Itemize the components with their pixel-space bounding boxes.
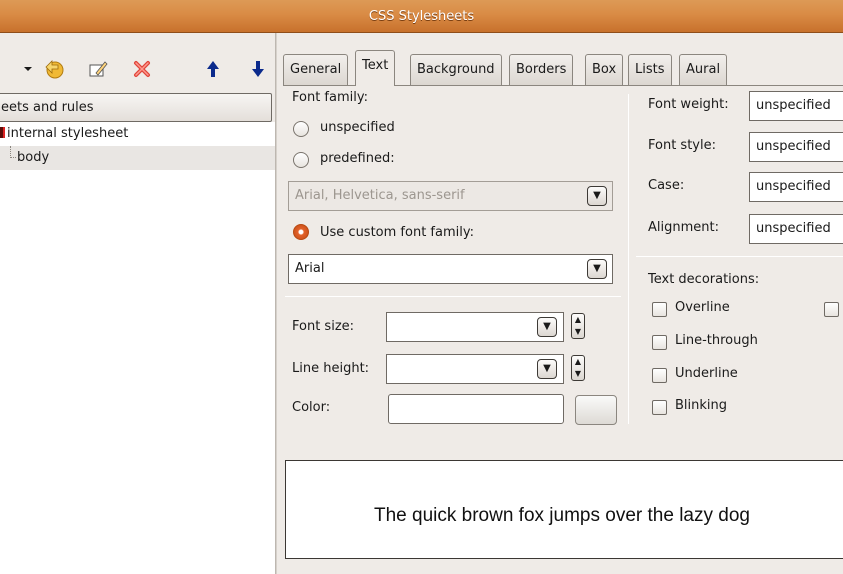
chevron-down-icon[interactable]: ▼: [587, 186, 607, 206]
predefined-font-value: Arial, Helvetica, sans-serif: [295, 188, 465, 203]
underline-label: Underline: [675, 366, 738, 381]
stylesheet-icon: [0, 127, 5, 138]
tree-item-body[interactable]: body: [0, 146, 275, 170]
text-decorations-heading: Text decorations:: [648, 272, 760, 287]
pane-splitter[interactable]: [275, 33, 277, 574]
color-label: Color:: [292, 400, 331, 415]
tab-label: Aural: [686, 62, 721, 77]
custom-font-value: Arial: [295, 261, 325, 276]
font-family-heading: Font family:: [292, 90, 368, 105]
checkbox-blinking[interactable]: [652, 400, 667, 415]
tab-label: Lists: [635, 62, 665, 77]
tree-branch-line: [10, 146, 16, 158]
tree-item-internal-stylesheet[interactable]: internal stylesheet: [0, 122, 275, 146]
arrow-up-icon[interactable]: [201, 58, 225, 80]
font-weight-combo[interactable]: unspecified: [749, 91, 843, 121]
tab-label: Box: [592, 62, 617, 77]
font-size-spinner[interactable]: ▲ ▼: [571, 313, 585, 339]
custom-font-input[interactable]: Arial: [288, 254, 613, 284]
tab-lists[interactable]: Lists: [628, 54, 672, 85]
edit-icon[interactable]: [86, 58, 110, 80]
font-size-label: Font size:: [292, 319, 355, 334]
tree-header-label: eets and rules: [1, 100, 94, 115]
case-combo[interactable]: unspecified: [749, 172, 843, 202]
radio-unspecified-label: unspecified: [320, 120, 395, 135]
window-title: CSS Stylesheets: [368, 9, 475, 24]
delete-icon[interactable]: [130, 58, 154, 80]
font-weight-label: Font weight:: [648, 97, 729, 112]
tab-general[interactable]: General: [283, 54, 349, 85]
chevron-down-icon[interactable]: ▼: [587, 259, 607, 279]
radio-custom-font-label: Use custom font family:: [320, 225, 474, 240]
alignment-label: Alignment:: [648, 220, 719, 235]
color-input[interactable]: [388, 394, 564, 424]
checkbox-overline[interactable]: [652, 302, 667, 317]
section-divider: [285, 296, 621, 297]
window-titlebar: CSS Stylesheets: [0, 0, 843, 33]
tab-box[interactable]: Box: [585, 54, 624, 85]
column-divider: [628, 94, 629, 424]
tab-borders[interactable]: Borders: [509, 54, 574, 85]
alignment-combo[interactable]: unspecified: [749, 214, 843, 244]
tab-label: General: [290, 62, 342, 77]
tab-aural[interactable]: Aural: [679, 54, 728, 85]
radio-custom-font[interactable]: [293, 224, 309, 240]
chevron-down-icon[interactable]: ▼: [537, 359, 557, 379]
font-style-label: Font style:: [648, 138, 716, 153]
font-weight-value: unspecified: [756, 98, 831, 113]
tab-label: Background: [417, 62, 495, 77]
preview-text: The quick brown fox jumps over the lazy …: [374, 505, 750, 526]
radio-unspecified[interactable]: [293, 121, 309, 137]
checkbox-underline[interactable]: [652, 368, 667, 383]
predefined-font-combo[interactable]: Arial, Helvetica, sans-serif: [288, 181, 613, 211]
color-picker-button[interactable]: [575, 395, 617, 425]
tab-label: Text: [362, 58, 389, 73]
blinking-label: Blinking: [675, 398, 728, 413]
alignment-value: unspecified: [756, 221, 831, 236]
radio-predefined[interactable]: [293, 152, 309, 168]
chevron-down-icon[interactable]: [16, 58, 40, 80]
tab-label: Borders: [516, 62, 567, 77]
checkbox-line-through[interactable]: [652, 335, 667, 350]
tab-background[interactable]: Background: [410, 54, 502, 85]
text-preview: The quick brown fox jumps over the lazy …: [285, 460, 843, 559]
radio-predefined-label: predefined:: [320, 151, 395, 166]
stylesheet-toolbar: [0, 48, 275, 88]
tree-empty-area: [0, 170, 275, 574]
tab-text[interactable]: Text: [355, 50, 396, 86]
tree-item-label: internal stylesheet: [7, 126, 129, 141]
arrow-down-icon[interactable]: [246, 58, 270, 80]
font-style-value: unspecified: [756, 139, 831, 154]
tree-column-header[interactable]: eets and rules: [0, 93, 272, 122]
overline-label: Overline: [675, 300, 730, 315]
section-divider: [636, 256, 843, 257]
checkbox-extra[interactable]: [824, 302, 839, 317]
line-height-spinner[interactable]: ▲ ▼: [571, 355, 585, 381]
new-stylesheet-icon[interactable]: [42, 58, 66, 80]
case-value: unspecified: [756, 179, 831, 194]
line-through-label: Line-through: [675, 333, 758, 348]
case-label: Case:: [648, 178, 685, 193]
font-style-combo[interactable]: unspecified: [749, 132, 843, 162]
tree-item-label: body: [17, 150, 50, 165]
line-height-label: Line height:: [292, 361, 370, 376]
chevron-down-icon[interactable]: ▼: [537, 317, 557, 337]
